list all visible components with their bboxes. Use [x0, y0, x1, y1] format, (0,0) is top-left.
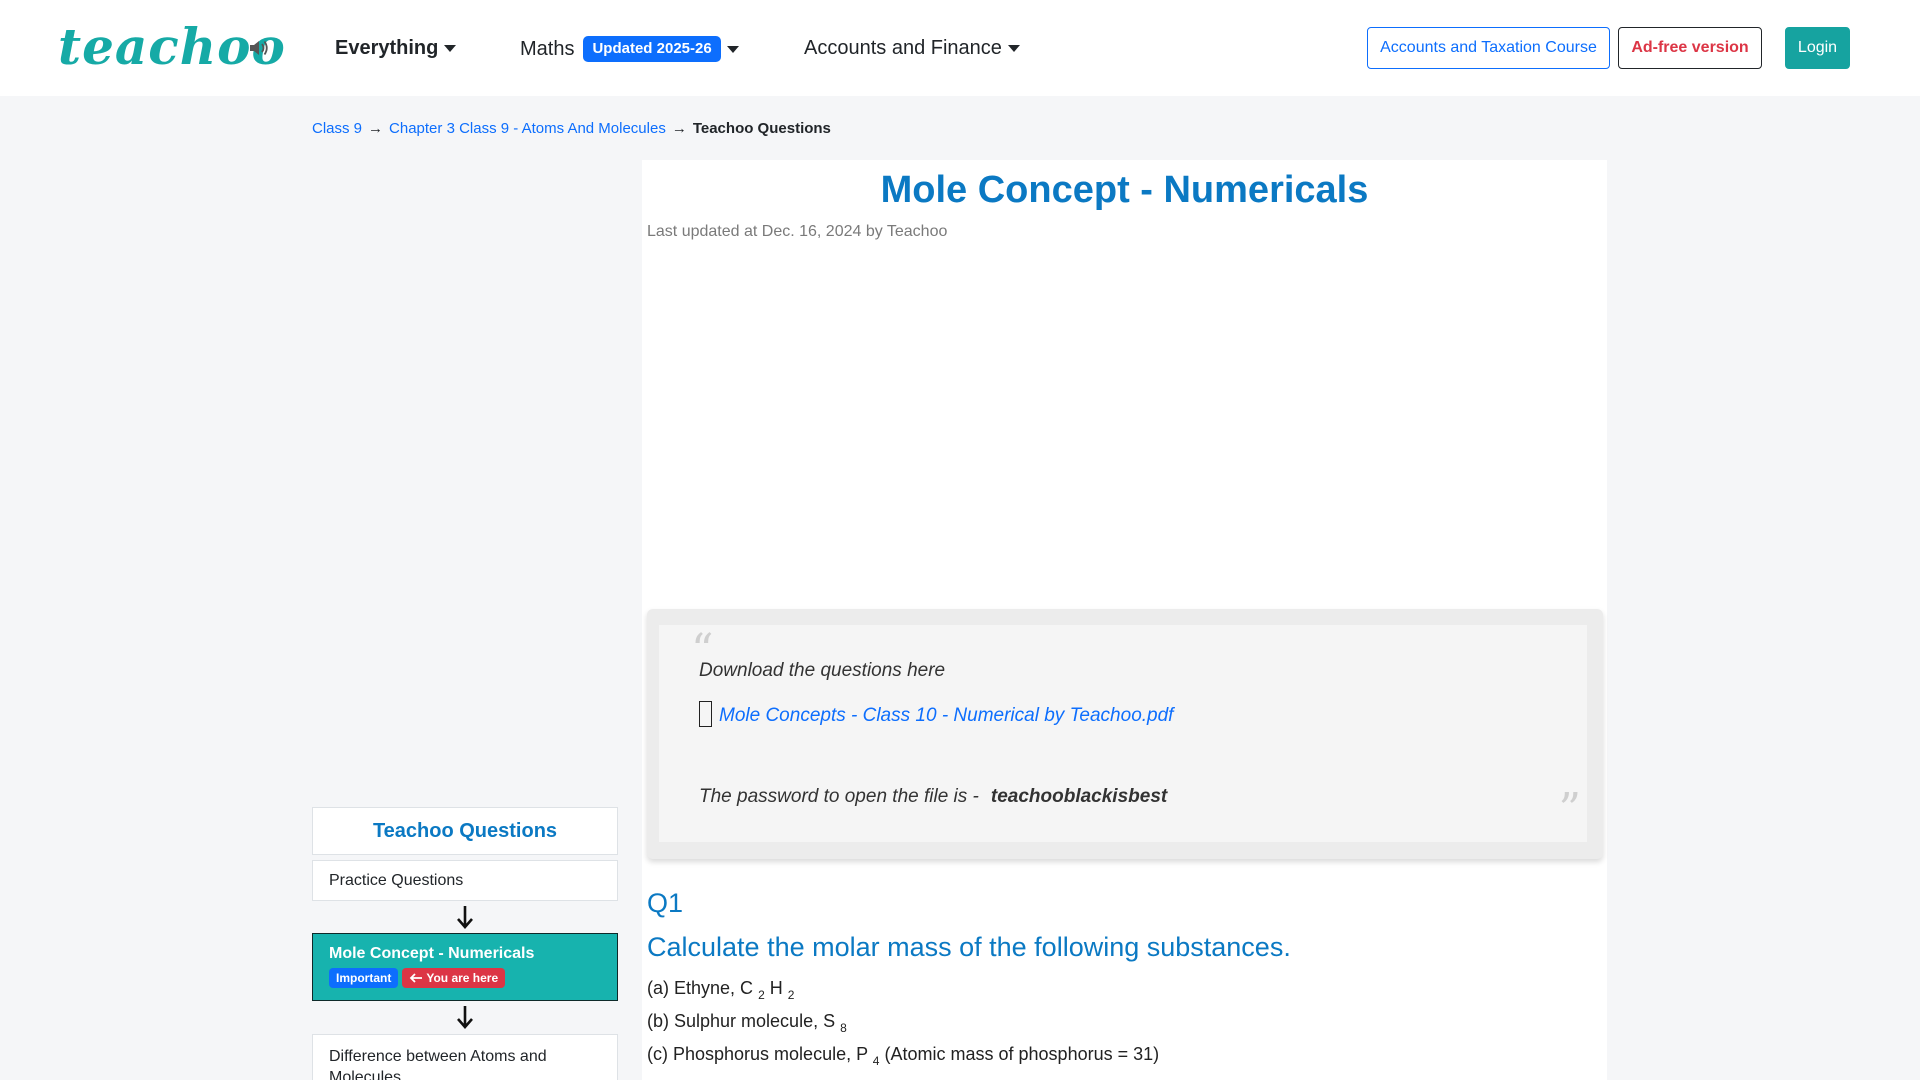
last-updated-text: Last updated at Dec. 16, 2024 by Teachoo — [647, 223, 948, 240]
page-title: Mole Concept - Numericals — [880, 169, 1369, 211]
accounts-course-button[interactable]: Accounts and Taxation Course — [1367, 27, 1610, 69]
download-blockquote: “ Download the questions here Mole Conce… — [647, 609, 1603, 859]
file-row: Mole Concepts - Class 10 - Numerical by … — [699, 701, 1173, 727]
part-a-subscript: 2 — [787, 988, 795, 1002]
part-a-text: (a) Ethyne, C — [647, 978, 754, 998]
arrow-down-icon — [457, 1006, 473, 1029]
breadcrumb-separator: → — [368, 120, 384, 137]
nav-maths-label: Maths — [520, 38, 575, 60]
part-c-note: (Atomic mass of phosphorus = 31) — [884, 1044, 1160, 1064]
part-c-subscript: 4 — [872, 1054, 880, 1068]
question-number: Q1 — [647, 888, 684, 918]
you-are-here-label: You are here — [426, 971, 499, 985]
sidebar-item-atoms-vs-molecules[interactable]: Difference between Atoms and Molecules — [312, 1034, 618, 1080]
speaker-icon[interactable] — [248, 38, 270, 58]
sidebar-title: Teachoo Questions — [312, 807, 618, 855]
arrow-down-icon — [457, 906, 473, 929]
question-part-a: (a) Ethyne, C 2 H 2 — [647, 978, 794, 1002]
part-b-subscript: 8 — [840, 1021, 847, 1035]
blockquote-body: “ Download the questions here Mole Conce… — [659, 625, 1587, 842]
ad-free-button[interactable]: Ad-free version — [1618, 27, 1762, 69]
password-value: teachooblackisbest — [990, 786, 1168, 807]
pdf-download-link[interactable]: Mole Concepts - Class 10 - Numerical by … — [719, 705, 1173, 727]
download-prompt: Download the questions here — [699, 660, 946, 681]
breadcrumb-class-9[interactable]: Class 9 — [312, 120, 362, 138]
nav-everything-label: Everything — [335, 37, 439, 59]
question-part-c: (c) Phosphorus molecule, P 4 (Atomic mas… — [647, 1044, 1159, 1068]
password-label: The password to open the file is - — [699, 786, 979, 807]
sidebar-item-mole-concept[interactable]: Mole Concept - Numericals Important You … — [312, 933, 618, 1001]
important-badge: Important — [329, 968, 399, 988]
question-heading: Calculate the molar mass of the followin… — [647, 932, 1291, 962]
caret-down-icon — [1007, 44, 1020, 52]
part-b-text: (b) Sulphur molecule, S — [647, 1011, 836, 1031]
nav-accounts-label: Accounts and Finance — [804, 37, 1002, 59]
nav-accounts-dropdown[interactable]: Accounts and Finance — [804, 36, 1020, 60]
part-c-text: (c) Phosphorus molecule, P — [647, 1044, 868, 1064]
sidebar-item-practice-questions[interactable]: Practice Questions — [312, 860, 618, 901]
updated-badge: Updated 2025-26 — [583, 36, 721, 62]
question-part-b: (b) Sulphur molecule, S 8 — [647, 1011, 847, 1035]
part-a-h: H — [769, 978, 783, 998]
breadcrumb-current: Teachoo Questions — [692, 120, 831, 137]
breadcrumb-chapter-3[interactable]: Chapter 3 Class 9 - Atoms And Molecules — [389, 120, 666, 138]
sidebar-item-label: Mole Concept - Numericals — [329, 945, 535, 962]
main-content-card: Mole Concept - Numericals Last updated a… — [642, 160, 1607, 1080]
caret-down-icon — [444, 44, 457, 52]
close-quote-icon: ” — [1558, 784, 1582, 835]
caret-down-icon — [726, 45, 739, 53]
nav-maths-dropdown[interactable]: Maths Updated 2025-26 — [520, 36, 739, 62]
you-are-here-badge: You are here — [402, 968, 506, 988]
breadcrumb: Class 9 → Chapter 3 Class 9 - Atoms And … — [312, 120, 831, 138]
breadcrumb-separator: → — [671, 120, 687, 137]
top-navbar: teachoo Everything Maths Updated 2025-26… — [0, 0, 1920, 96]
sidebar-tags: Important You are here — [329, 968, 601, 988]
password-line: The password to open the file is - teacho… — [699, 786, 1167, 808]
arrow-left-icon — [410, 973, 423, 983]
file-icon — [699, 701, 712, 727]
part-a-subscript: 2 — [758, 988, 765, 1002]
login-button[interactable]: Login — [1785, 27, 1850, 69]
nav-everything-dropdown[interactable]: Everything — [335, 36, 457, 60]
